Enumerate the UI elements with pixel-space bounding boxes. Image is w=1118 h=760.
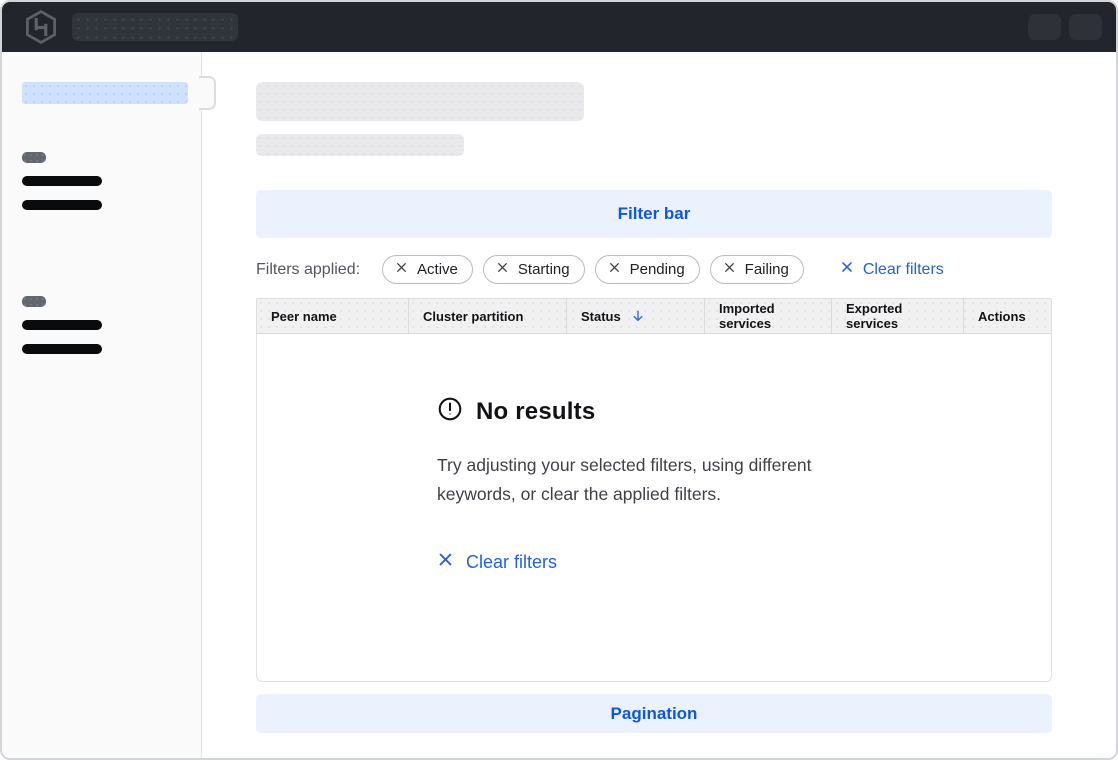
x-icon (437, 551, 454, 573)
x-icon (840, 260, 854, 279)
pagination-placeholder: Pagination (256, 694, 1052, 733)
hashicorp-logo-icon (24, 10, 58, 44)
empty-state-clear-filters-label: Clear filters (466, 552, 557, 573)
filter-pill-failing[interactable]: Failing (710, 255, 804, 284)
sidebar-section-label-skeleton (22, 296, 46, 307)
pagination-label: Pagination (611, 704, 698, 724)
filter-pill-label: Starting (518, 261, 570, 278)
filter-pill-starting[interactable]: Starting (483, 255, 585, 284)
page-subtitle-skeleton (256, 134, 464, 156)
table-header-row: Peer name Cluster partition Status Impor… (256, 298, 1052, 334)
column-header-peer-name: Peer name (257, 299, 409, 333)
filter-bar-placeholder: Filter bar (256, 190, 1052, 238)
sidebar (2, 52, 202, 758)
sidebar-item-skeleton[interactable] (22, 200, 102, 210)
sort-arrow-down-icon[interactable] (631, 309, 645, 323)
filter-bar-label: Filter bar (618, 204, 691, 224)
column-header-imported-services: Imported services (705, 299, 832, 333)
nav-user-skeleton (1069, 14, 1102, 40)
sidebar-collapse-handle[interactable] (199, 76, 216, 110)
sidebar-item-skeleton[interactable] (22, 320, 102, 330)
x-icon (608, 261, 621, 278)
sidebar-section-label-skeleton (22, 152, 46, 163)
filter-pill-label: Pending (630, 261, 685, 278)
filters-applied-label: Filters applied: (256, 261, 360, 279)
sidebar-active-item-skeleton[interactable] (22, 82, 188, 104)
clear-filters-label: Clear filters (863, 261, 944, 279)
top-nav (2, 2, 1116, 52)
filter-pill-pending[interactable]: Pending (595, 255, 700, 284)
x-icon (395, 261, 408, 278)
clear-filters-link[interactable]: Clear filters (840, 260, 944, 279)
main-content: Filter bar Filters applied: Active Start… (202, 52, 1116, 758)
peers-table: Peer name Cluster partition Status Impor… (256, 298, 1052, 682)
filter-pill-label: Failing (745, 261, 789, 278)
alert-circle-icon (437, 396, 463, 427)
empty-state-description: Try adjusting your selected filters, usi… (437, 451, 869, 509)
table-body: No results Try adjusting your selected f… (256, 334, 1052, 682)
nav-help-skeleton (1028, 14, 1061, 40)
sidebar-item-skeleton[interactable] (22, 344, 102, 354)
sidebar-item-skeleton[interactable] (22, 176, 102, 186)
empty-state-title: No results (476, 398, 595, 426)
filter-pill-label: Active (417, 261, 458, 278)
empty-state-clear-filters-link[interactable]: Clear filters (437, 551, 557, 573)
column-header-cluster-partition: Cluster partition (409, 299, 567, 333)
column-header-status[interactable]: Status (567, 299, 705, 333)
nav-search-skeleton (72, 13, 238, 41)
x-icon (723, 261, 736, 278)
column-header-actions: Actions (964, 299, 1051, 333)
x-icon (496, 261, 509, 278)
empty-state: No results Try adjusting your selected f… (437, 396, 869, 573)
column-header-exported-services: Exported services (832, 299, 964, 333)
filter-pill-active[interactable]: Active (382, 255, 473, 284)
applied-filters-row: Filters applied: Active Starting Pending (256, 255, 1052, 284)
app-window: Filter bar Filters applied: Active Start… (0, 0, 1118, 760)
page-title-skeleton (256, 82, 584, 121)
